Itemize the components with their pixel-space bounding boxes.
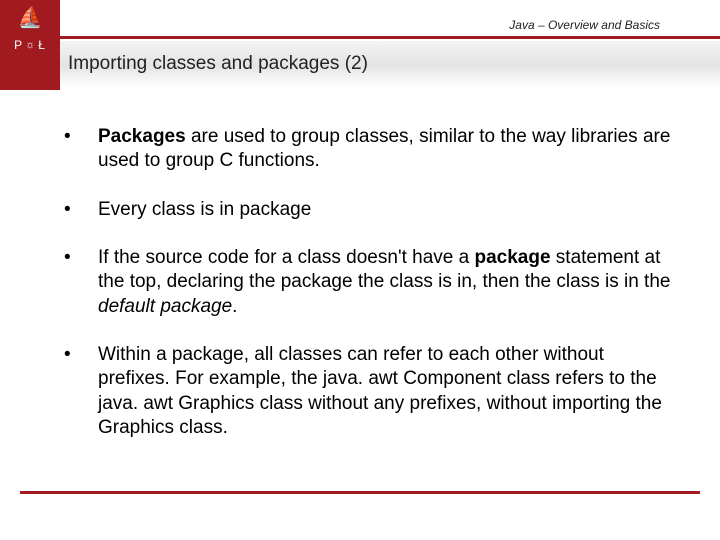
body-text: Every class is in package (98, 199, 311, 220)
university-logo: ⛵ P ☼ Ł (8, 6, 52, 84)
body-text: Within a package, all classes can refer … (98, 344, 662, 438)
header-rule (60, 36, 720, 39)
bullet-item: Packages are used to group classes, simi… (52, 125, 672, 174)
logo-p: P (14, 38, 23, 52)
course-title: Java – Overview and Basics (509, 18, 660, 32)
logo-ship-icon: ⛵ (18, 8, 43, 28)
bullet-item: Every class is in package (52, 198, 672, 222)
slide: ⛵ P ☼ Ł Java – Overview and Basics Impor… (0, 0, 720, 540)
bold-text: package (474, 247, 550, 268)
bold-text: Packages (98, 126, 186, 147)
logo-l: Ł (38, 38, 46, 52)
slide-title-bar: Importing classes and packages (2) (60, 41, 720, 87)
bullet-list: Packages are used to group classes, simi… (52, 125, 672, 440)
logo-gear-icon: ☼ (25, 39, 36, 51)
bullet-item: If the source code for a class doesn't h… (52, 246, 672, 319)
body-text: If the source code for a class doesn't h… (98, 247, 474, 268)
body-text: . (232, 296, 237, 317)
italic-text: default package (98, 296, 232, 317)
footer-rule (20, 491, 700, 494)
bullet-item: Within a package, all classes can refer … (52, 343, 672, 440)
logo-letters: P ☼ Ł (14, 38, 46, 52)
slide-title: Importing classes and packages (2) (68, 53, 368, 75)
content-area: Packages are used to group classes, simi… (52, 125, 672, 464)
